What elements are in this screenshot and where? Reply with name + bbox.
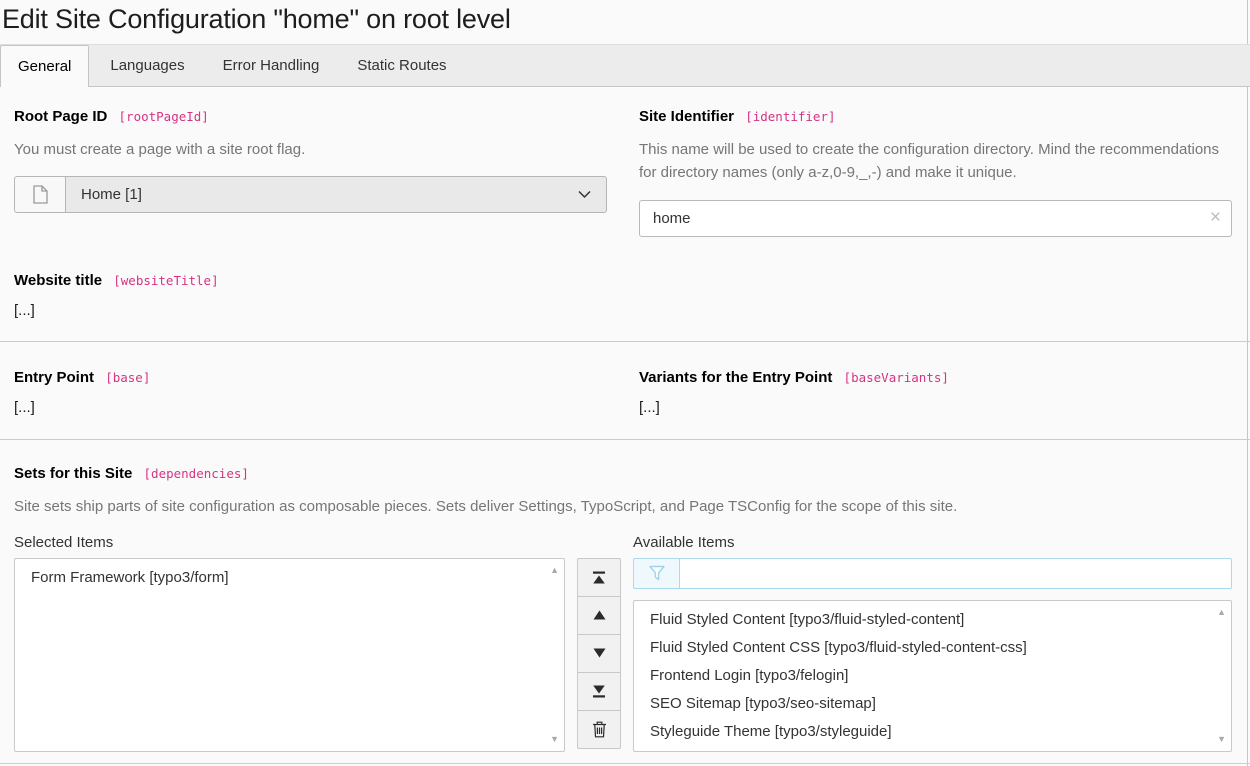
general-tab-panel: Root Page ID [rootPageId] You must creat…: [0, 87, 1250, 752]
move-up-button[interactable]: [577, 596, 621, 635]
collapsed-field-placeholder: [...]: [639, 399, 1232, 416]
page-icon: [14, 176, 66, 213]
list-item[interactable]: Form Framework [typo3/form]: [15, 564, 564, 592]
field-key: [websiteTitle]: [113, 273, 218, 288]
trash-icon: [592, 721, 607, 738]
section-divider: [0, 439, 1250, 440]
move-to-top-button[interactable]: [577, 558, 621, 597]
move-to-bottom-icon: [592, 685, 606, 698]
move-up-icon: [593, 610, 606, 620]
field-label: Site Identifier: [639, 108, 734, 125]
field-site-identifier: Site Identifier [identifier] This name w…: [639, 107, 1232, 237]
root-page-select-value: Home [1]: [81, 186, 142, 203]
delete-button[interactable]: [577, 710, 621, 749]
site-identifier-input[interactable]: [639, 200, 1232, 237]
clear-icon[interactable]: ×: [1210, 208, 1221, 227]
tab-bar: General Languages Error Handling Static …: [0, 44, 1250, 87]
reorder-buttons-column: [577, 534, 621, 752]
available-items-label: Available Items: [633, 534, 1232, 552]
field-description: Site sets ship parts of site configurati…: [14, 495, 1232, 518]
selected-items-column: Selected Items Form Framework [typo3/for…: [14, 534, 565, 752]
field-label: Entry Point: [14, 369, 94, 386]
root-page-id-label-row: Root Page ID [rootPageId]: [14, 107, 607, 126]
tab-general[interactable]: General: [0, 45, 89, 87]
tab-error-handling[interactable]: Error Handling: [206, 45, 337, 86]
page-title: Edit Site Configuration "home" on root l…: [0, 0, 1250, 44]
field-key: [rootPageId]: [119, 109, 209, 124]
list-item[interactable]: Styleguide Theme [typo3/styleguide]: [634, 718, 1231, 746]
site-identifier-input-wrap: ×: [639, 200, 1232, 237]
available-items-filter-input[interactable]: [679, 558, 1232, 589]
field-description: You must create a page with a site root …: [14, 138, 607, 161]
field-label: Sets for this Site: [14, 465, 132, 482]
collapsed-field-placeholder: [...]: [14, 399, 607, 416]
available-items-filter-row: [633, 558, 1232, 589]
chevron-down-icon: [578, 186, 591, 203]
list-item[interactable]: SEO Sitemap [typo3/seo-sitemap]: [634, 690, 1231, 718]
bottom-divider: [0, 763, 1250, 764]
tab-languages[interactable]: Languages: [93, 45, 201, 86]
field-description: This name will be used to create the con…: [639, 138, 1232, 185]
field-label: Variants for the Entry Point: [639, 369, 832, 386]
scroll-up-icon[interactable]: ▲: [550, 566, 559, 575]
field-key: [identifier]: [745, 109, 835, 124]
root-page-select-group: Home [1]: [14, 176, 607, 213]
list-item[interactable]: Fluid Styled Content CSS [typo3/fluid-st…: [634, 634, 1231, 662]
field-key: [dependencies]: [144, 466, 249, 481]
move-down-icon: [593, 648, 606, 658]
scroll-down-icon[interactable]: ▼: [550, 735, 559, 744]
multi-select-group: Selected Items Form Framework [typo3/for…: [14, 534, 1232, 752]
filter-icon: [633, 558, 679, 589]
tab-static-routes[interactable]: Static Routes: [340, 45, 463, 86]
field-key: [baseVariants]: [844, 370, 949, 385]
move-to-top-icon: [592, 571, 606, 584]
field-dependencies: Sets for this Site [dependencies] Site s…: [14, 464, 1232, 752]
list-item[interactable]: Frontend Login [typo3/felogin]: [634, 662, 1231, 690]
available-items-column: Available Items Fluid Styled Content [ty…: [633, 534, 1232, 752]
field-entry-point: Entry Point [base] [...]: [14, 368, 607, 416]
row-root-and-identifier: Root Page ID [rootPageId] You must creat…: [14, 107, 1232, 237]
list-item[interactable]: Fluid Styled Content [typo3/fluid-styled…: [634, 606, 1231, 634]
root-page-select[interactable]: Home [1]: [66, 176, 607, 213]
section-divider: [0, 341, 1250, 342]
field-root-page-id: Root Page ID [rootPageId] You must creat…: [14, 107, 607, 237]
scroll-up-icon[interactable]: ▲: [1217, 608, 1226, 617]
scroll-down-icon[interactable]: ▼: [1217, 735, 1226, 744]
selected-items-label: Selected Items: [14, 534, 565, 552]
move-down-button[interactable]: [577, 634, 621, 673]
field-label: Website title: [14, 272, 102, 289]
row-entry-point: Entry Point [base] [...] Variants for th…: [14, 368, 1232, 439]
selected-items-listbox[interactable]: Form Framework [typo3/form] ▲ ▼: [14, 558, 565, 752]
field-website-title: Website title [websiteTitle] [...]: [14, 271, 1232, 341]
field-key: [base]: [105, 370, 150, 385]
field-label: Root Page ID: [14, 108, 107, 125]
site-identifier-label-row: Site Identifier [identifier]: [639, 107, 1232, 126]
move-to-bottom-button[interactable]: [577, 672, 621, 711]
collapsed-field-placeholder: [...]: [14, 302, 1232, 319]
field-base-variants: Variants for the Entry Point [baseVarian…: [639, 368, 1232, 416]
available-items-listbox[interactable]: Fluid Styled Content [typo3/fluid-styled…: [633, 600, 1232, 752]
